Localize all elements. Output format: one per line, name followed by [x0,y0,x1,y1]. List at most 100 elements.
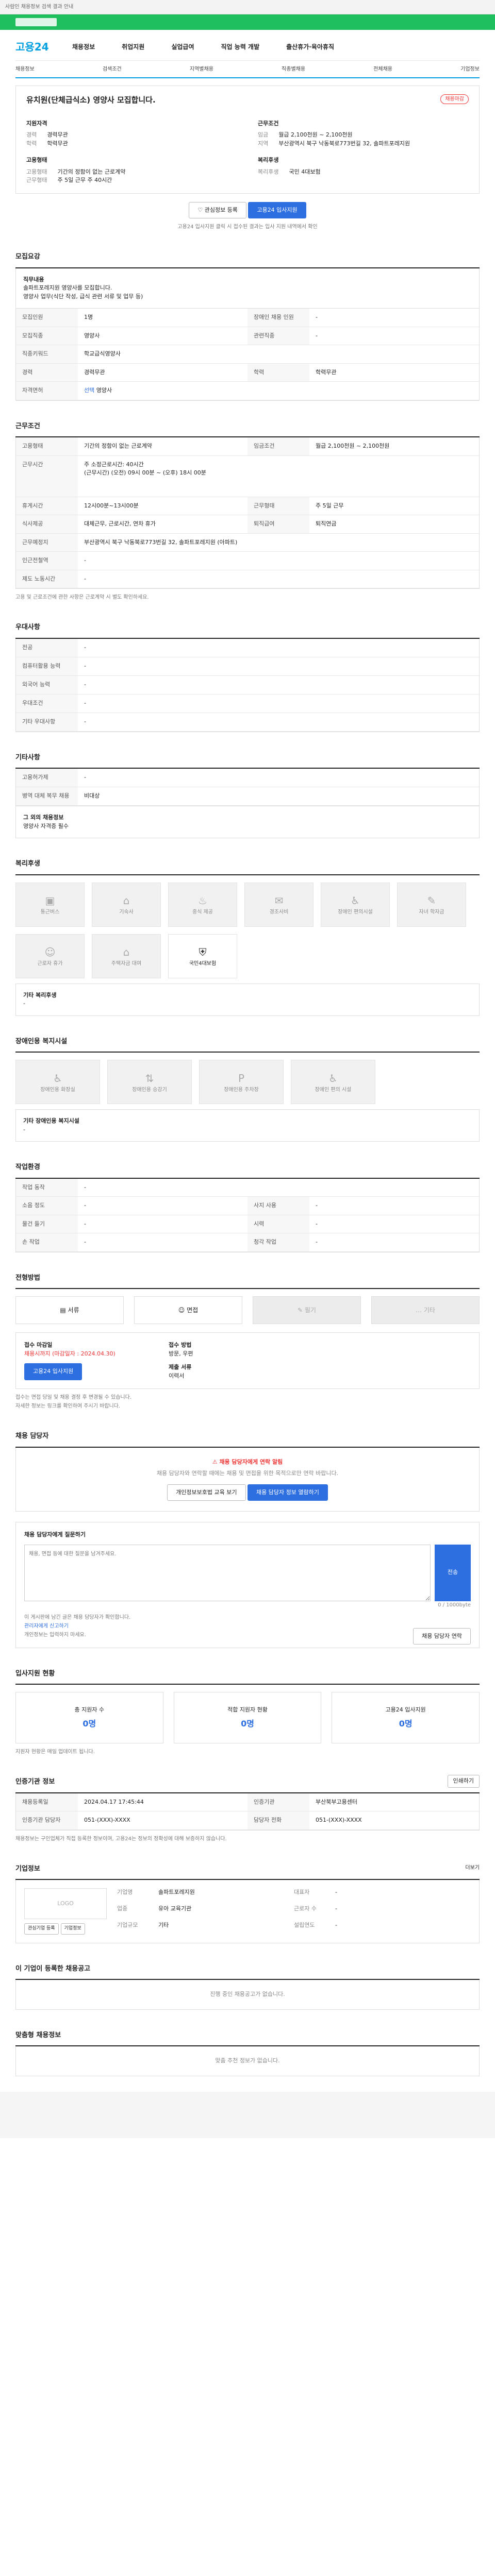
other-text: - [23,1126,25,1133]
welfare-label: 경조사비 [269,909,289,915]
duty-text: 영양사 업무(식단 작성, 급식 관련 서류 및 업무 등) [23,293,143,300]
stat-label: 총 지원자 수 [74,1706,105,1713]
sub-nav: 채용정보 검색조건 지역별채용 직종별채용 전체채용 기업정보 [15,61,480,78]
stat-label: 적합 지원자 현황 [227,1706,268,1713]
label: 우대조건 [16,694,78,713]
section-title: 전형방법 [15,1268,480,1289]
subnav-item[interactable]: 전체채용 [373,65,392,73]
label: 손 작업 [16,1233,78,1252]
label: 근무형태 [26,177,47,183]
label: 학력 [248,363,309,382]
welfare-label: 통근버스 [40,909,60,915]
value: 기타 [158,1921,169,1928]
section-title: 맞춤형 채용정보 [15,2025,480,2046]
print-button[interactable]: 인쇄하기 [447,1775,480,1788]
status-badge: 채용마감 [440,94,469,104]
value: - [335,1921,337,1928]
banner-tab[interactable] [15,18,57,26]
empty-note: 맞춤 추천 정보가 없습니다. [15,2046,480,2076]
job-summary: 유치원(단체급식소) 영양사 모집합니다. 채용마감 지원자격 경력 경력무관 학… [15,86,480,194]
label: 기업규모 [117,1921,138,1928]
gnb-item[interactable]: 취업지원 [122,42,144,52]
gnb-item[interactable]: 채용정보 [72,42,95,52]
apply-button[interactable]: 고용24 입사지원 [248,201,306,218]
value: - [335,1905,337,1912]
docs-value: 이력서 [169,1372,185,1379]
gnb-item[interactable]: 출산휴가·육아휴직 [286,42,334,52]
subnav-item[interactable]: 직종별채용 [282,65,305,73]
privacy-button[interactable]: 개인정보보호법 교육 보기 [167,1484,246,1501]
footer [0,2091,495,2138]
subnav-item[interactable]: 지역별채용 [190,65,213,73]
value: - [335,1889,337,1895]
section-title: 인증기관 정보 [15,1772,480,1793]
label: 설립연도 [294,1921,315,1928]
subnav-item[interactable]: 기업정보 [460,65,480,73]
value: - [78,1215,248,1233]
label: 사지 사용 [248,1197,309,1215]
value: - [309,1233,479,1252]
contact-view-button[interactable]: 채용 담당자 정보 열람하기 [248,1484,328,1501]
method-label: 기타 [423,1307,435,1314]
value: - [78,1197,248,1215]
facility-label: 장애인 편의 시설 [315,1087,352,1093]
job-title: 유치원(단체급식소) 영양사 모집합니다. [26,95,156,105]
label: 모집직종 [16,327,78,345]
label: 임금 [258,131,269,138]
label: 대표자 [294,1889,310,1895]
label: 컴퓨터활용 능력 [16,657,78,675]
value: 학교급식영양사 [78,345,479,364]
method-interview: ☺ 면접 [134,1296,242,1324]
subnav-item[interactable]: 검색조건 [103,65,122,73]
cond-heading: 근무조건 [258,120,279,127]
question-heading: 채용 담당자에게 질문하기 [24,1531,86,1538]
welfare-label: 장애인 편의시설 [338,909,373,915]
apply-button-2[interactable]: 고용24 입사지원 [24,1363,82,1380]
label: 근로자 수 [294,1905,317,1912]
question-send-button[interactable]: 전송 [435,1544,471,1601]
section-title: 작업환경 [15,1157,480,1179]
value: 유아 교육기관 [158,1905,192,1912]
value: 비대상 [84,792,100,799]
apply-note: 접수는 면접 당일 및 채용 결정 후 변경될 수 있습니다. [15,1395,131,1400]
value: 부산광역시 북구 낙동북로773번길 32, 솔파트포레지원 (아파트) [78,534,479,552]
report-link[interactable]: 관리자에게 신고하기 [24,1622,471,1631]
status-note: 지원자 현황은 매일 업데이트 됩니다. [15,1749,95,1755]
gnb-item[interactable]: 직업 능력 개발 [221,42,260,52]
contact-button[interactable]: 채용 담당자 연락 [413,1628,471,1645]
welfare-label: 국민4대보험 [189,961,217,967]
banner [0,14,495,30]
method-label: 면접 [187,1307,199,1314]
label: 식사제공 [16,515,78,534]
stat-label: 고용24 입사지원 [385,1706,426,1713]
value: - [78,1233,248,1252]
deadline-heading: 접수 마감일 [24,1342,53,1348]
cap-icon: ✎ [427,894,436,907]
company-info-button[interactable]: 기업정보 [60,1923,85,1935]
value: 대체근무, 근로시간, 연차 휴가 [78,515,248,534]
fav-company-button[interactable]: 관심기업 등록 [24,1923,59,1935]
stat-card: 적합 지원자 현황 0명 [173,1692,322,1743]
label: 인증기관 담당자 [16,1811,78,1830]
value: - [84,681,86,688]
value: 주 5일 근무 주 40시간 [57,177,112,183]
site-logo[interactable]: 고용24 [15,39,49,55]
empty-note: 진행 중인 채용공고가 없습니다. [15,1980,480,2010]
value: - [84,662,86,669]
welfare-item: ♨ 중식 제공 [168,882,237,927]
subnav-item[interactable]: 채용정보 [15,65,35,73]
meal-icon: ♨ [198,894,207,907]
question-input[interactable] [24,1544,431,1601]
deadline-value: 채용시까지 (마감일자 : 2024.04.30) [24,1350,116,1357]
more-link[interactable]: 더보기 [465,1864,480,1872]
how-heading: 접수 방법 [169,1342,192,1348]
welfare-item: ⌂ 기숙사 [92,882,161,927]
value: 월급 2,100천원 ~ 2,100천원 [309,437,479,456]
label: 시력 [248,1215,309,1233]
gnb-item[interactable]: 실업급여 [171,42,194,52]
extra-text: 영양사 자격증 필수 [23,822,69,829]
section-title: 근무조건 [15,416,480,437]
license: 영양사 [96,387,112,394]
value: 12시00분~13시00분 [78,497,248,515]
scrap-button[interactable]: ♡ 관심정보 등록 [189,201,246,218]
